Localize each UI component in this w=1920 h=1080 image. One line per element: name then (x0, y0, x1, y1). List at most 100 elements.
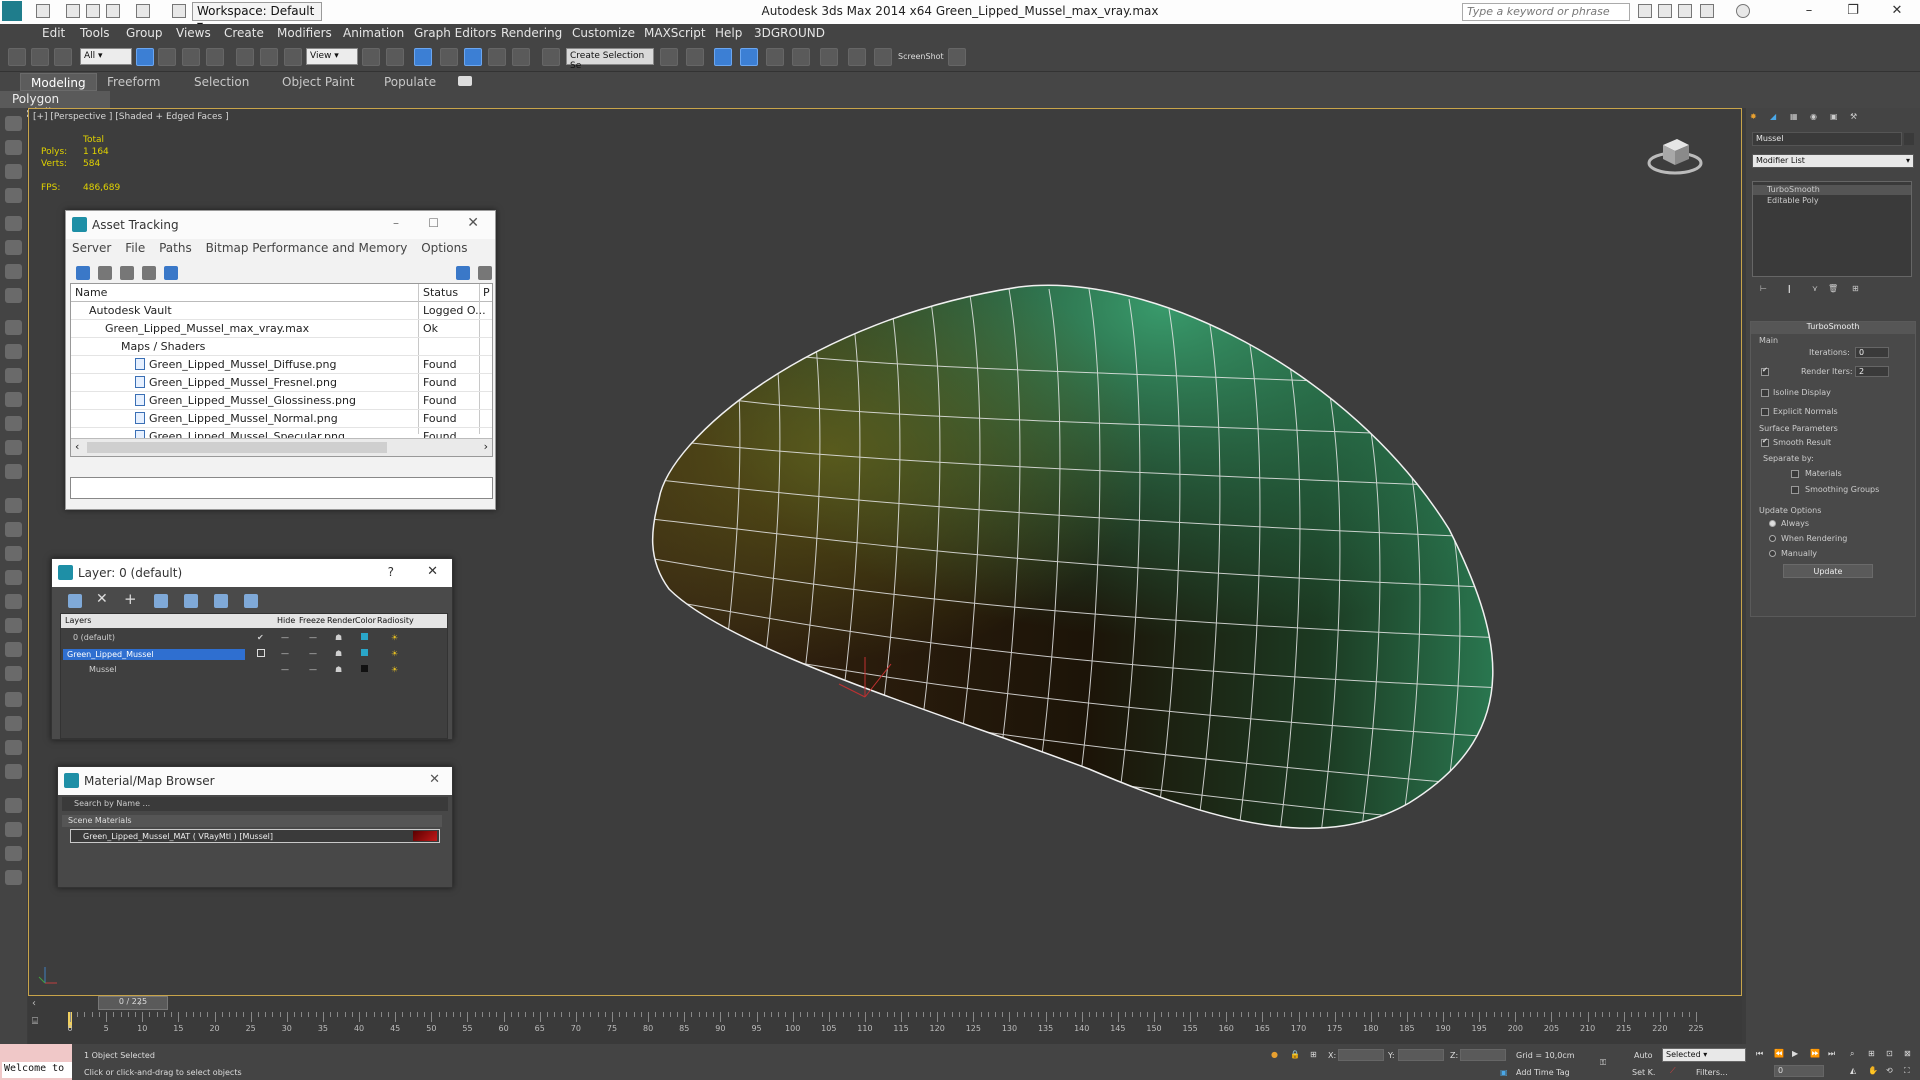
freeze-toggle[interactable]: — (309, 633, 317, 642)
pin-stack-icon[interactable]: ⊢ (1760, 284, 1767, 293)
hide-all-icon[interactable] (214, 594, 228, 608)
grid-view-icon[interactable] (164, 266, 178, 280)
auto-key-button[interactable]: Auto (1634, 1051, 1653, 1060)
x-coordinate-field[interactable] (1338, 1049, 1384, 1061)
zoom-icon[interactable]: ⌕ (1850, 1049, 1854, 1059)
freeze-all-icon[interactable] (244, 594, 258, 608)
tool-icon[interactable] (5, 594, 22, 609)
object-color-swatch[interactable] (1904, 133, 1914, 145)
column-radiosity[interactable]: Radiosity (377, 616, 414, 625)
stack-item-editable-poly[interactable]: Editable Poly (1759, 196, 1819, 205)
scroll-right-icon[interactable]: › (484, 440, 488, 453)
rectangular-selection-icon[interactable] (182, 48, 200, 66)
isoline-checkbox[interactable] (1761, 389, 1769, 397)
tool-icon[interactable] (5, 870, 22, 885)
refresh-icon[interactable] (76, 266, 90, 280)
ribbon-options-icon[interactable] (458, 76, 472, 86)
zoom-all-icon[interactable]: ⊞ (1868, 1049, 1875, 1058)
iterations-spinner[interactable]: 0 (1855, 347, 1889, 358)
tool-icon[interactable] (5, 344, 22, 359)
asset-menu-paths[interactable]: Paths (159, 241, 192, 255)
table-row[interactable]: Green_Lipped_Mussel_max_vray.max Ok (71, 320, 492, 338)
previous-key-icon[interactable]: ⏪ (1774, 1049, 1784, 1058)
tool-icon[interactable] (5, 618, 22, 633)
key-icon[interactable]: ⚿ (1600, 1058, 1606, 1068)
menu-help[interactable]: Help (715, 26, 742, 40)
menu-edit[interactable]: Edit (42, 26, 65, 40)
search-input[interactable]: Type a keyword or phrase (1462, 3, 1630, 21)
zoom-extents-all-icon[interactable]: ⊠ (1904, 1049, 1911, 1058)
tool-icon[interactable] (5, 846, 22, 861)
go-to-start-icon[interactable]: ⏮ (1756, 1049, 1763, 1059)
asset-menu-server[interactable]: Server (72, 241, 111, 255)
tool-icon[interactable] (5, 240, 22, 255)
mirror-icon[interactable] (660, 48, 678, 66)
column-status[interactable]: Status (423, 286, 458, 299)
column-name[interactable]: Name (75, 286, 107, 299)
go-to-end-icon[interactable]: ⏭ (1828, 1049, 1835, 1059)
freeze-toggle[interactable]: — (309, 665, 317, 674)
pivot-center-icon[interactable] (362, 48, 380, 66)
tab-modeling[interactable]: Modeling (20, 73, 97, 91)
mini-curve-editor-icon[interactable]: ⌸ (32, 1016, 38, 1027)
stack-item-turbosmooth[interactable]: TurboSmooth (1753, 185, 1911, 195)
render-teapot-icon[interactable]: ☗ (335, 633, 342, 642)
highlight-selected-icon[interactable] (184, 594, 198, 608)
select-objects-icon[interactable] (154, 594, 168, 608)
table-row[interactable]: Green_Lipped_Mussel_Normal.png Found (71, 410, 492, 428)
modify-tab-icon[interactable]: ◢ (1770, 112, 1776, 121)
menu-modifiers[interactable]: Modifiers (277, 26, 332, 40)
z-coordinate-field[interactable] (1460, 1049, 1506, 1061)
show-end-result-icon[interactable]: ❙ (1786, 284, 1793, 293)
help-icon[interactable] (1736, 4, 1750, 18)
redo-icon[interactable] (136, 4, 150, 18)
window-close-icon[interactable]: ✕ (427, 564, 438, 579)
menu-maxscript[interactable]: MAXScript (644, 26, 706, 40)
utilities-tab-icon[interactable]: ⚒ (1850, 112, 1857, 121)
smooth-result-checkbox[interactable] (1761, 437, 1769, 447)
tool-icon[interactable] (5, 464, 22, 479)
layer-row[interactable]: 0 (default) ✔ — — ☗ ☀ (61, 630, 447, 646)
snaps-toggle-icon[interactable] (440, 48, 458, 66)
workspace-dropdown[interactable]: Workspace: Default ▾ (192, 2, 322, 32)
menu-create[interactable]: Create (224, 26, 264, 40)
open-file-icon[interactable] (66, 4, 80, 18)
tool-icon[interactable] (5, 116, 22, 131)
select-by-name-icon[interactable] (158, 48, 176, 66)
tool-icon[interactable] (5, 188, 22, 203)
star-icon[interactable] (1700, 4, 1714, 18)
select-move-icon[interactable] (236, 48, 254, 66)
list-view-icon[interactable] (98, 266, 112, 280)
maximize-button[interactable]: ❐ (1830, 0, 1876, 24)
next-key-icon[interactable]: ⏩ (1810, 1049, 1820, 1058)
settings-icon[interactable] (478, 266, 492, 280)
tool-icon[interactable] (5, 216, 22, 231)
display-tab-icon[interactable]: ▣ (1830, 112, 1838, 121)
bind-space-warp-icon[interactable] (54, 48, 72, 66)
layer-color-swatch[interactable] (361, 633, 368, 640)
freeze-toggle[interactable]: — (309, 649, 317, 658)
hide-toggle[interactable]: — (281, 665, 289, 674)
material-item[interactable]: Green_Lipped_Mussel_MAT ( VRayMtl ) [Mus… (70, 829, 440, 843)
tab-selection[interactable]: Selection (184, 73, 259, 91)
rendered-frame-window-icon[interactable] (874, 48, 892, 66)
active-layer-check-icon[interactable]: ✔ (257, 633, 264, 642)
column-freeze[interactable]: Freeze (299, 616, 325, 625)
angle-snap-icon[interactable] (464, 48, 482, 66)
app-logo-icon[interactable] (2, 1, 22, 21)
graphite-toolbar-icon[interactable] (740, 48, 758, 66)
menu-animation[interactable]: Animation (343, 26, 404, 40)
project-folder-icon[interactable] (172, 4, 186, 18)
layer-row[interactable]: Green_Lipped_Mussel — — ☗ ☀ (61, 646, 447, 662)
field-of-view-icon[interactable]: ◭ (1850, 1066, 1856, 1075)
tool-icon[interactable] (5, 546, 22, 561)
radiosity-icon[interactable]: ☀ (391, 649, 398, 658)
link-icon[interactable] (8, 48, 26, 66)
table-row[interactable]: Autodesk Vault Logged O... (71, 302, 492, 320)
modifier-list-dropdown[interactable]: Modifier List ▾ (1752, 154, 1914, 168)
tool-icon[interactable] (5, 164, 22, 179)
render-teapot-icon[interactable]: ☗ (335, 665, 342, 674)
save-file-icon[interactable] (86, 4, 100, 18)
material-browser-titlebar[interactable]: Material/Map Browser ✕ (58, 767, 452, 795)
layer-window-titlebar[interactable]: Layer: 0 (default) ? ✕ (52, 559, 452, 587)
